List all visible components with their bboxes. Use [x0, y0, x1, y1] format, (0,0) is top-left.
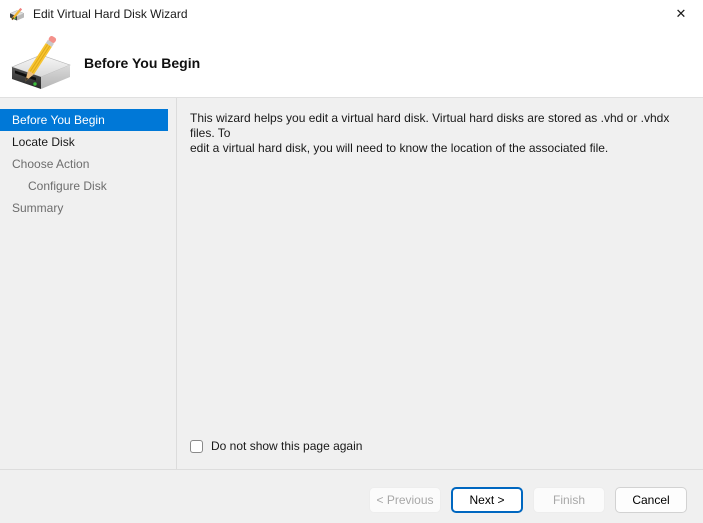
cancel-button[interactable]: Cancel	[615, 487, 687, 513]
wizard-header: Before You Begin	[0, 28, 703, 97]
title-bar: Edit Virtual Hard Disk Wizard ✕	[0, 0, 703, 28]
sidebar-item-configure-disk[interactable]: Configure Disk	[0, 175, 176, 197]
edit-disk-icon	[10, 33, 72, 93]
sidebar-item-choose-action[interactable]: Choose Action	[0, 153, 176, 175]
window-title: Edit Virtual Hard Disk Wizard	[33, 7, 188, 21]
app-icon	[9, 6, 25, 22]
close-button[interactable]: ✕	[659, 0, 703, 28]
do-not-show-again-row: Do not show this page again	[190, 439, 691, 453]
next-button[interactable]: Next >	[451, 487, 523, 513]
wizard-page-content: This wizard helps you edit a virtual har…	[177, 98, 703, 469]
do-not-show-again-checkbox[interactable]	[190, 440, 203, 453]
intro-text: This wizard helps you edit a virtual har…	[190, 111, 691, 156]
wizard-body: Before You Begin Locate Disk Choose Acti…	[0, 98, 703, 469]
sidebar-item-before-you-begin[interactable]: Before You Begin	[0, 109, 168, 131]
intro-text-line1: This wizard helps you edit a virtual har…	[190, 111, 691, 141]
previous-button: < Previous	[369, 487, 441, 513]
intro-text-line2: edit a virtual hard disk, you will need …	[190, 141, 691, 156]
sidebar-item-summary[interactable]: Summary	[0, 197, 176, 219]
wizard-footer: < Previous Next > Finish Cancel	[0, 469, 703, 523]
page-title: Before You Begin	[84, 55, 200, 71]
close-icon: ✕	[676, 6, 687, 22]
do-not-show-again-label[interactable]: Do not show this page again	[211, 439, 362, 453]
finish-button: Finish	[533, 487, 605, 513]
edit-vhd-wizard-dialog: Edit Virtual Hard Disk Wizard ✕	[0, 0, 703, 523]
sidebar-item-locate-disk[interactable]: Locate Disk	[0, 131, 176, 153]
wizard-steps-sidebar: Before You Begin Locate Disk Choose Acti…	[0, 98, 177, 469]
